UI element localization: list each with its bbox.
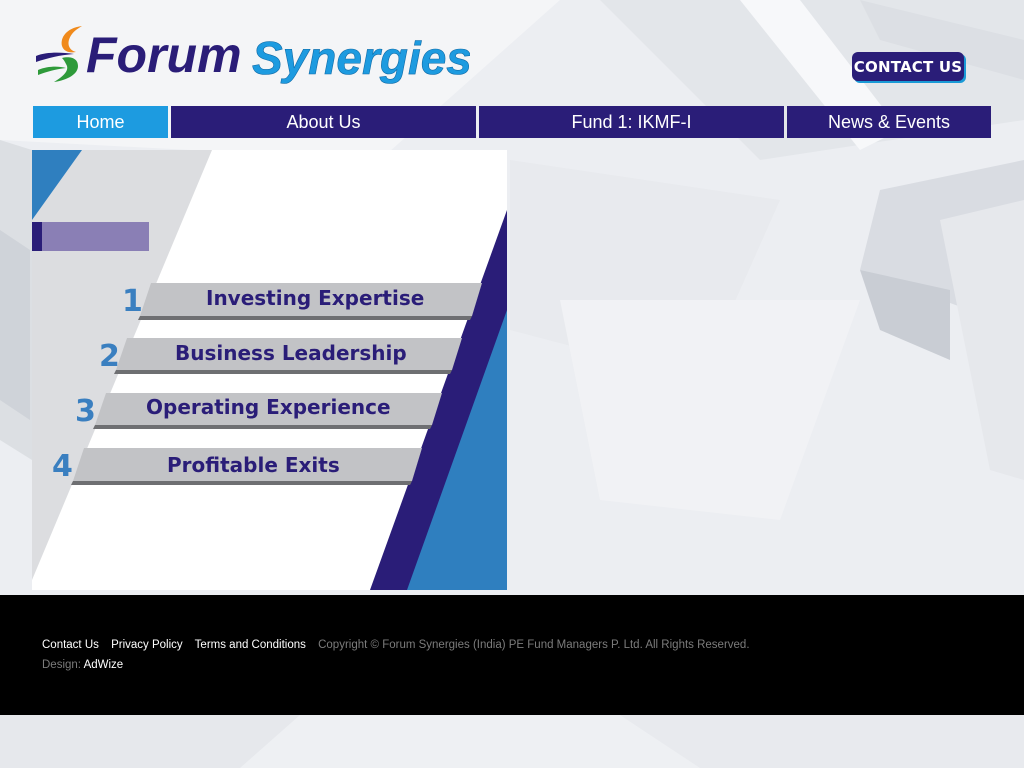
hero-banner: 1 Investing Expertise 2 Business Leaders… bbox=[32, 150, 507, 590]
banner-item-1: 1 Investing Expertise bbox=[122, 283, 482, 320]
banner-item-number: 4 bbox=[52, 449, 73, 484]
site-logo[interactable]: Forum Synergies bbox=[30, 22, 470, 90]
contact-us-button[interactable]: CONTACT US bbox=[852, 52, 964, 81]
banner-item-label: Investing Expertise bbox=[206, 286, 424, 310]
nav-item-home[interactable]: Home bbox=[33, 106, 168, 138]
main-navigation: Home About Us Fund 1: IKMF-I News & Even… bbox=[33, 106, 991, 138]
banner-item-label: Profitable Exits bbox=[167, 453, 340, 477]
design-credit-label: Design: bbox=[42, 659, 81, 671]
footer-link-privacy-policy[interactable]: Privacy Policy bbox=[111, 639, 183, 651]
design-credit-link[interactable]: AdWize bbox=[84, 659, 124, 671]
footer-links-row: Contact Us Privacy Policy Terms and Cond… bbox=[42, 639, 750, 651]
brand-name-synergies: Synergies bbox=[252, 32, 470, 84]
swoosh-logo-icon bbox=[36, 26, 82, 82]
nav-item-news-events[interactable]: News & Events bbox=[787, 106, 991, 138]
footer-design-credit: Design: AdWize bbox=[42, 659, 123, 671]
banner-item-number: 1 bbox=[122, 284, 143, 319]
footer-copyright: Copyright © Forum Synergies (India) PE F… bbox=[318, 639, 750, 651]
banner-item-4: 4 Profitable Exits bbox=[52, 448, 422, 485]
nav-item-fund-1[interactable]: Fund 1: IKMF-I bbox=[479, 106, 784, 138]
banner-item-number: 2 bbox=[99, 339, 120, 374]
banner-item-2: 2 Business Leadership bbox=[99, 338, 462, 374]
footer-link-contact-us[interactable]: Contact Us bbox=[42, 639, 99, 651]
site-footer: Contact Us Privacy Policy Terms and Cond… bbox=[0, 595, 1024, 715]
banner-item-3: 3 Operating Experience bbox=[75, 393, 442, 429]
banner-item-number: 3 bbox=[75, 394, 96, 429]
banner-item-label: Operating Experience bbox=[146, 395, 391, 419]
banner-item-label: Business Leadership bbox=[175, 341, 407, 365]
footer-link-terms[interactable]: Terms and Conditions bbox=[195, 639, 306, 651]
brand-name-forum: Forum bbox=[86, 27, 242, 83]
nav-item-about-us[interactable]: About Us bbox=[171, 106, 476, 138]
